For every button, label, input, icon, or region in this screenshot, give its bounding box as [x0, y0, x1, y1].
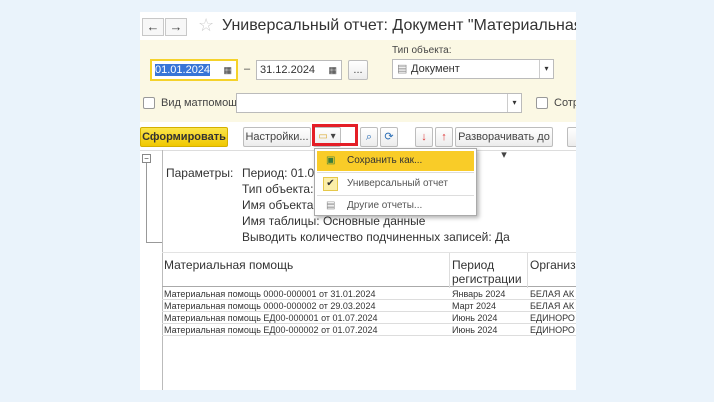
group-bracket — [146, 163, 162, 243]
aid-type-label: Вид матпомощи: — [161, 97, 247, 109]
sort-up-icon[interactable]: ↑ — [435, 127, 453, 147]
param-line: Тип объекта: — [242, 182, 314, 196]
expand-label: Разворачивать до — [458, 131, 550, 143]
employee-label: Сотру — [554, 97, 576, 109]
date-from-field[interactable]: 01.01.2024 ▦ — [150, 59, 238, 81]
aid-type-field[interactable]: ▾ — [236, 93, 522, 113]
calendar-icon[interactable]: ▦ — [223, 61, 232, 79]
table-row[interactable]: Материальная помощь 0000-000001 от 31.01… — [162, 288, 576, 300]
sort-down-icon[interactable]: ↓ — [415, 127, 433, 147]
aid-type-checkbox[interactable] — [143, 97, 155, 109]
menu-item-save-as[interactable]: ▣ Сохранить как... — [317, 151, 474, 171]
object-type-select[interactable]: ▤ Документ ▾ — [392, 59, 554, 79]
collapse-icon[interactable]: − — [142, 154, 151, 163]
column-header: Период регистрации — [452, 258, 522, 286]
generate-button[interactable]: Сформировать — [140, 127, 228, 147]
reports-icon: ▤ — [326, 200, 336, 211]
search-icon[interactable]: ⌕ — [360, 127, 378, 147]
checkmark-icon: ✔ — [323, 177, 338, 191]
document-icon: ▤ — [397, 63, 408, 75]
column-header: Материальная помощь — [164, 258, 294, 272]
param-line: Имя таблицы: Основные данные — [242, 214, 426, 228]
object-type-label: Тип объекта: — [392, 45, 452, 56]
chevron-down-icon[interactable]: ▾ — [539, 60, 553, 78]
menu-item-other-reports[interactable]: ▤ Другие отчеты... — [317, 196, 474, 216]
params-label: Параметры: — [166, 166, 234, 180]
expand-to-button[interactable]: Разворачивать до ▾ — [455, 127, 553, 161]
variants-menu: ▣ Сохранить как... ✔ Универсальный отчет ▤… — [314, 148, 477, 216]
calendar-icon[interactable]: ▦ — [328, 61, 337, 79]
more-button[interactable] — [567, 127, 576, 147]
date-to-field[interactable]: 31.12.2024 ▦ — [256, 60, 342, 80]
settings-button[interactable]: Настройки... — [243, 127, 311, 147]
search-refresh-icon[interactable]: ⟳ — [380, 127, 398, 147]
param-line: Имя объекта: — [242, 198, 317, 212]
menu-item-universal-report[interactable]: ✔ Универсальный отчет — [317, 174, 474, 194]
employee-checkbox[interactable] — [536, 97, 548, 109]
column-header: Организа — [530, 258, 576, 272]
filter-panel: 01.01.2024 ▦ – 31.12.2024 ▦ ... Тип объект… — [140, 40, 576, 122]
period-select-button[interactable]: ... — [348, 60, 368, 80]
forward-button[interactable]: → — [165, 18, 187, 36]
date-from-value: 01.01.2024 — [155, 64, 211, 76]
date-dash: – — [244, 63, 251, 75]
param-line: Выводить количество подчиненных записей:… — [242, 230, 510, 244]
object-type-value: Документ — [411, 63, 460, 75]
report-window: ← → ☆ Универсальный отчет: Документ "Мат… — [140, 12, 576, 390]
window-title: Универсальный отчет: Документ "Материаль… — [222, 17, 576, 34]
back-button[interactable]: ← — [142, 18, 164, 36]
table-row[interactable]: Материальная помощь 0000-000002 от 29.03… — [162, 300, 576, 312]
favorite-star-icon[interactable]: ☆ — [198, 15, 214, 36]
date-to-value: 31.12.2024 — [260, 64, 316, 76]
param-line: Период: 01.01 — [242, 166, 321, 180]
highlight-box — [312, 124, 358, 146]
save-icon: ▣ — [326, 155, 336, 166]
table-row[interactable]: Материальная помощь ЕД00-000002 от 01.07… — [162, 324, 576, 336]
table-header: Материальная помощь Период регистрации О… — [162, 252, 576, 288]
table-row[interactable]: Материальная помощь ЕД00-000001 от 01.07… — [162, 312, 576, 324]
chevron-down-icon[interactable]: ▾ — [507, 94, 521, 112]
